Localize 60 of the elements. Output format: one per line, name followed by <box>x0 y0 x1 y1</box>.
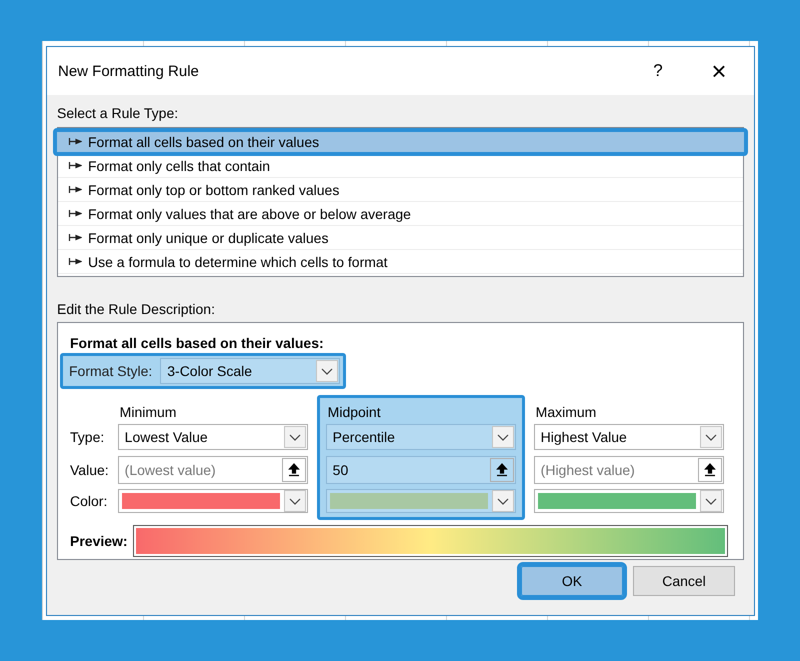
section-label: Edit the Rule Description: <box>57 300 216 319</box>
type-dropdown[interactable]: Lowest Value <box>118 424 308 450</box>
arrow-icon <box>68 161 82 170</box>
field-label: Color: <box>70 492 108 511</box>
color-dropdown[interactable] <box>326 489 516 513</box>
upload-arrow-icon <box>288 463 300 477</box>
chevron-icon <box>288 498 301 504</box>
chevron-icon <box>496 434 509 440</box>
chevron-icon <box>321 368 334 374</box>
dropdown-button[interactable] <box>700 426 722 448</box>
color-dropdown[interactable] <box>118 489 308 513</box>
column-heading: Maximum <box>534 403 598 422</box>
description-heading: Format all cells based on their values: <box>70 335 325 351</box>
section-label: Select a Rule Type: <box>57 104 180 123</box>
preview-label: Preview: <box>70 533 128 549</box>
dropdown-button[interactable] <box>700 490 722 512</box>
column-heading: Midpoint <box>326 403 382 422</box>
arrow-icon <box>68 137 82 146</box>
help-button[interactable]: ? <box>648 61 668 81</box>
chevron-icon <box>704 434 717 440</box>
value-field[interactable]: (Highest value) <box>534 456 724 484</box>
collapse-button[interactable] <box>698 458 722 482</box>
value-field[interactable]: (Lowest value) <box>118 456 308 484</box>
type-dropdown[interactable]: Highest Value <box>534 424 724 450</box>
color-dropdown[interactable] <box>534 489 724 513</box>
rule-type-item[interactable]: Use a formula to determine which cells to format <box>58 250 743 274</box>
dropdown-button[interactable] <box>284 490 306 512</box>
dropdown-button[interactable] <box>284 426 306 448</box>
arrow-icon <box>68 257 82 266</box>
type-dropdown[interactable]: Percentile <box>326 424 516 450</box>
value-input[interactable]: (Highest value) <box>534 458 697 482</box>
value-input[interactable]: 50 <box>326 458 489 482</box>
dropdown-button[interactable] <box>316 360 338 382</box>
upload-arrow-icon <box>496 463 508 477</box>
chevron-icon <box>496 498 509 504</box>
column-heading: Minimum <box>118 403 178 422</box>
rule-type-item[interactable]: Format only unique or duplicate values <box>58 226 743 250</box>
field-label: Type: <box>70 428 106 447</box>
collapse-button[interactable] <box>282 458 306 482</box>
value-input[interactable]: (Lowest value) <box>118 458 281 482</box>
upload-arrow-icon <box>704 463 716 477</box>
collapse-button[interactable] <box>490 458 514 482</box>
close-button[interactable]: × <box>706 56 732 86</box>
arrow-icon <box>68 209 82 218</box>
rule-type-item[interactable]: Format only cells that contain <box>58 154 743 178</box>
value-field[interactable]: 50 <box>326 456 516 484</box>
rule-type-item[interactable]: Format only values that are above or below average <box>58 202 743 226</box>
chevron-icon <box>704 498 717 504</box>
arrow-icon <box>68 185 82 194</box>
chevron-icon <box>288 434 301 440</box>
arrow-icon <box>68 233 82 242</box>
rule-type-item[interactable]: Format only top or bottom ranked values <box>58 178 743 202</box>
dropdown-button[interactable] <box>492 426 514 448</box>
field-label: Value: <box>70 461 109 480</box>
window-title: New Formatting Rule <box>58 62 200 80</box>
rule-type-item[interactable]: Format all cells based on their values <box>55 130 746 154</box>
cancel-button[interactable]: Cancel <box>633 566 735 596</box>
format-style-label: Format Style: <box>69 363 152 379</box>
format-style-dropdown[interactable]: 3-Color Scale <box>160 358 340 384</box>
dropdown-button[interactable] <box>492 490 514 512</box>
